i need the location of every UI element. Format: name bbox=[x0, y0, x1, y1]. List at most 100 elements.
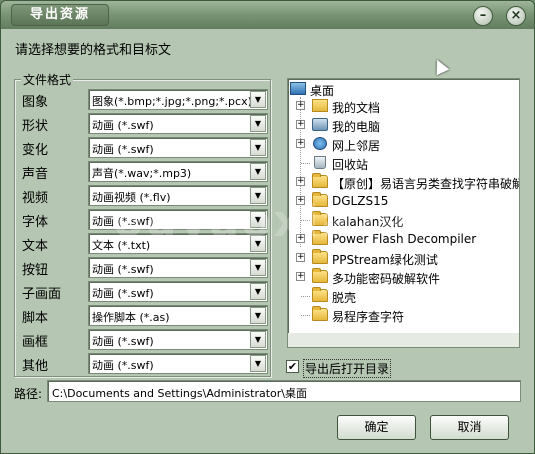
expand-icon[interactable]: + bbox=[296, 177, 305, 186]
dropdown-arrow-icon[interactable]: ▼ bbox=[250, 259, 266, 276]
desktop-icon bbox=[290, 82, 306, 95]
format-label: 脚本 bbox=[22, 311, 49, 326]
folder-tree[interactable]: 桌面 + 我的文档 + 我的电脑 + 网上邻居 回收站 + 【原创】易语言另类查… bbox=[287, 78, 520, 348]
format-select-text[interactable]: 文本 (*.txt) ▼ bbox=[88, 233, 268, 254]
dropdown-arrow-icon[interactable]: ▼ bbox=[250, 355, 266, 372]
dropdown-arrow-icon[interactable]: ▼ bbox=[250, 211, 266, 228]
format-select-other[interactable]: 动画 (*.swf) ▼ bbox=[88, 353, 268, 374]
format-select-value: 动画 (*.swf) bbox=[92, 119, 154, 132]
format-select-value: 动画 (*.swf) bbox=[92, 143, 154, 156]
dropdown-arrow-icon[interactable]: ▼ bbox=[250, 115, 266, 132]
export-resources-dialog: 导出资源 – × 请选择想要的格式和目标文 文件格式 图象 图象(*.bmp;*… bbox=[0, 0, 535, 454]
format-select-value: 动画 (*.swf) bbox=[92, 359, 154, 372]
tree-item[interactable]: + 我的电脑 bbox=[288, 117, 518, 134]
tree-item-label: 我的文档 bbox=[332, 101, 381, 115]
cancel-button[interactable]: 取消 bbox=[430, 415, 509, 440]
tree-item[interactable]: + Power Flash Decompiler bbox=[288, 230, 518, 247]
format-select-morph[interactable]: 动画 (*.swf) ▼ bbox=[88, 137, 268, 158]
tree-item[interactable]: + PPStream绿化测试 bbox=[288, 249, 518, 267]
format-label: 声音 bbox=[22, 167, 49, 182]
format-select-sprite[interactable]: 动画 (*.swf) ▼ bbox=[88, 281, 268, 302]
instruction-text: 请选择想要的格式和目标文 bbox=[15, 43, 172, 58]
format-select-script[interactable]: 操作脚本 (*.as) ▼ bbox=[88, 305, 268, 326]
expand-icon[interactable]: + bbox=[296, 234, 305, 243]
dropdown-arrow-icon[interactable]: ▼ bbox=[250, 307, 266, 324]
tree-item[interactable]: + DGLZS15 bbox=[288, 192, 518, 209]
path-value: C:\Documents and Settings\Administrator\… bbox=[52, 387, 308, 400]
expand-icon[interactable]: + bbox=[296, 196, 305, 205]
folder-icon bbox=[312, 249, 328, 264]
expand-icon[interactable]: + bbox=[296, 120, 305, 129]
dropdown-arrow-icon[interactable]: ▼ bbox=[250, 283, 266, 300]
network-icon bbox=[313, 137, 327, 150]
tree-item-label: 我的电脑 bbox=[332, 120, 381, 134]
dropdown-arrow-icon[interactable]: ▼ bbox=[250, 235, 266, 252]
format-select-value: 文本 (*.txt) bbox=[92, 239, 151, 252]
dropdown-arrow-icon[interactable]: ▼ bbox=[250, 187, 266, 204]
format-label: 文本 bbox=[22, 239, 49, 254]
close-button[interactable]: × bbox=[506, 6, 526, 26]
tree-item[interactable]: + 网上邻居 bbox=[288, 136, 518, 153]
tree-item[interactable]: + 【原创】易语言另类查找字符串破解 bbox=[288, 173, 520, 191]
path-field[interactable]: C:\Documents and Settings\Administrator\… bbox=[47, 380, 521, 402]
expand-icon[interactable]: + bbox=[296, 139, 305, 148]
format-label: 形状 bbox=[22, 119, 49, 134]
tree-item-label: PPStream绿化测试 bbox=[332, 253, 438, 267]
expand-icon[interactable]: + bbox=[296, 253, 305, 262]
window-title: 导出资源 bbox=[11, 4, 109, 26]
tree-item[interactable]: kalahan汉化 bbox=[288, 211, 518, 229]
folder-icon bbox=[312, 211, 328, 226]
format-select-value: 声音(*.wav;*.mp3) bbox=[92, 167, 192, 180]
tree-item-label: 【原创】易语言另类查找字符串破解 bbox=[332, 177, 520, 191]
format-label: 变化 bbox=[22, 143, 49, 158]
tree-item[interactable]: + 我的文档 bbox=[288, 98, 518, 115]
tree-horizontal-scrollbar[interactable] bbox=[288, 333, 519, 347]
computer-icon bbox=[312, 118, 328, 131]
format-select-value: 动画 (*.swf) bbox=[92, 215, 154, 228]
dropdown-arrow-icon[interactable]: ▼ bbox=[250, 163, 266, 180]
folder-icon bbox=[312, 287, 328, 302]
format-select-value: 动画视频 (*.flv) bbox=[92, 191, 171, 204]
tree-item-label: Power Flash Decompiler bbox=[332, 232, 477, 246]
file-format-group-label: 文件格式 bbox=[21, 71, 74, 88]
expand-icon[interactable]: + bbox=[296, 101, 305, 110]
format-label: 字体 bbox=[22, 215, 49, 230]
tree-item-label: 桌面 bbox=[310, 84, 335, 98]
mouse-cursor-icon bbox=[430, 56, 450, 76]
minimize-button[interactable]: – bbox=[473, 6, 493, 26]
open-after-export-checkbox[interactable]: ✔ bbox=[286, 360, 299, 373]
format-select-sound[interactable]: 声音(*.wav;*.mp3) ▼ bbox=[88, 161, 268, 182]
ok-button[interactable]: 确定 bbox=[337, 415, 416, 440]
tree-item[interactable]: 回收站 bbox=[288, 155, 518, 172]
tree-item-label: kalahan汉化 bbox=[332, 215, 404, 229]
title-bar[interactable]: 导出资源 – × bbox=[1, 1, 534, 29]
dropdown-arrow-icon[interactable]: ▼ bbox=[250, 331, 266, 348]
expand-icon[interactable]: + bbox=[296, 272, 305, 281]
tree-item[interactable]: + 多功能密码破解软件 bbox=[288, 268, 518, 286]
dropdown-arrow-icon[interactable]: ▼ bbox=[250, 139, 266, 156]
format-select-value: 动画 (*.swf) bbox=[92, 287, 154, 300]
format-select-value: 动画 (*.swf) bbox=[92, 335, 154, 348]
format-select-shape[interactable]: 动画 (*.swf) ▼ bbox=[88, 113, 268, 134]
tree-item-label: 脱壳 bbox=[332, 291, 357, 305]
open-after-export-label: 导出后打开目录 bbox=[303, 359, 392, 378]
tree-item-label: 多功能密码破解软件 bbox=[332, 272, 441, 286]
format-select-value: 动画 (*.swf) bbox=[92, 263, 154, 276]
tree-item[interactable]: 脱壳 bbox=[288, 287, 518, 305]
tree-item-label: 回收站 bbox=[332, 158, 369, 172]
recycle-bin-icon bbox=[314, 156, 326, 169]
folder-icon bbox=[312, 192, 328, 207]
dropdown-arrow-icon[interactable]: ▼ bbox=[250, 91, 266, 108]
format-select-value: 图象(*.bmp;*.jpg;*.png;*.pcx) bbox=[92, 95, 250, 108]
path-label: 路径: bbox=[14, 387, 43, 401]
tree-item[interactable]: 易程序查字符 bbox=[288, 306, 518, 324]
format-select-video[interactable]: 动画视频 (*.flv) ▼ bbox=[88, 185, 268, 206]
tree-item-label: 网上邻居 bbox=[332, 139, 381, 153]
format-select-image[interactable]: 图象(*.bmp;*.jpg;*.png;*.pcx) ▼ bbox=[88, 89, 268, 110]
folder-icon bbox=[312, 306, 328, 321]
format-select-font[interactable]: 动画 (*.swf) ▼ bbox=[88, 209, 268, 230]
format-select-button[interactable]: 动画 (*.swf) ▼ bbox=[88, 257, 268, 278]
folder-icon bbox=[312, 230, 328, 245]
format-select-frame[interactable]: 动画 (*.swf) ▼ bbox=[88, 329, 268, 350]
folder-icon bbox=[312, 173, 328, 188]
